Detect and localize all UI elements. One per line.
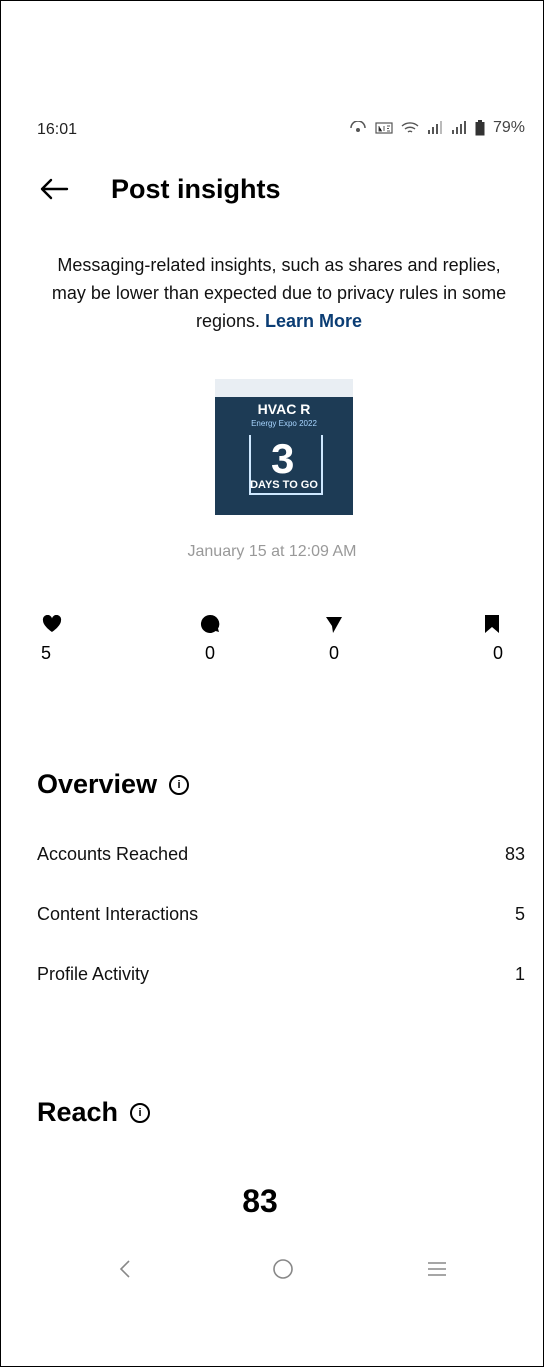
learn-more-link[interactable]: Learn More	[265, 311, 362, 331]
overview-row[interactable]: Accounts Reached 83	[37, 844, 525, 865]
phone-screen: 16:01 79% Post insights Messaging-relate…	[0, 0, 544, 1367]
info-icon[interactable]: i	[169, 774, 190, 795]
content-interactions-label: Content Interactions	[37, 904, 199, 924]
battery-icon	[475, 120, 485, 136]
menu-lines-icon	[428, 1262, 446, 1276]
accounts-reached-value: 83	[504, 844, 525, 864]
chevron-left-icon	[119, 1260, 130, 1278]
volte-lte-icon	[375, 122, 393, 134]
comment-icon	[200, 614, 220, 633]
overview-heading: Overview i	[37, 769, 190, 800]
info-icon[interactable]: i	[130, 1102, 151, 1123]
arrow-left-icon	[40, 178, 69, 200]
back-button[interactable]	[37, 172, 71, 206]
saves-stat: 0	[413, 613, 503, 664]
header: Post insights	[37, 169, 523, 209]
comments-count: 0	[204, 643, 215, 663]
nav-home-button[interactable]	[263, 1249, 303, 1289]
privacy-notice: Messaging-related insights, such as shar…	[49, 251, 509, 335]
overview-title: Overview	[37, 769, 158, 799]
content-interactions-value: 5	[514, 904, 525, 924]
reach-value: 83	[242, 1183, 278, 1219]
thumbnail-number: 3	[271, 435, 295, 482]
status-bar: 16:01 79%	[37, 117, 525, 141]
comments-stat: 0	[165, 613, 255, 664]
engagement-stats: 5 0 0 0	[41, 613, 503, 664]
reach-heading: Reach i	[37, 1097, 151, 1128]
profile-activity-label: Profile Activity	[37, 964, 150, 984]
nav-back-button[interactable]	[105, 1249, 145, 1289]
saves-count: 0	[492, 643, 503, 663]
accounts-reached-label: Accounts Reached	[37, 844, 189, 864]
thumbnail-logo-band	[215, 379, 353, 397]
bookmark-icon	[485, 615, 499, 633]
thumbnail-caption: DAYS TO GO	[250, 479, 318, 491]
profile-activity-value: 1	[514, 964, 525, 984]
overview-row[interactable]: Content Interactions 5	[37, 904, 525, 925]
heart-icon	[42, 615, 62, 632]
shares-stat: 0	[289, 613, 379, 664]
post-date: January 15 at 12:09 AM	[187, 543, 357, 560]
thumbnail-subtitle: Energy Expo 2022	[251, 419, 317, 428]
signal-icon	[427, 121, 442, 134]
share-icon	[326, 617, 342, 633]
nav-recents-button[interactable]	[417, 1249, 457, 1289]
wifi-icon	[401, 122, 419, 133]
post-thumbnail[interactable]: HVAC R Energy Expo 2022 3 DAYS TO GO	[215, 379, 353, 515]
page-title: Post insights	[111, 173, 281, 204]
status-icons: 79%	[349, 119, 525, 137]
likes-stat: 5	[41, 613, 131, 664]
overview-row[interactable]: Profile Activity 1	[37, 964, 525, 985]
likes-count: 5	[41, 643, 52, 663]
thumbnail-title: HVAC R	[257, 401, 311, 417]
hotspot-icon	[350, 121, 366, 132]
signal-icon	[451, 121, 466, 134]
system-nav-bar	[1, 1249, 543, 1289]
reach-title: Reach	[37, 1097, 119, 1127]
circle-home-icon	[273, 1259, 293, 1279]
status-time: 16:01	[37, 121, 78, 138]
battery-percent: 79%	[492, 119, 525, 136]
shares-count: 0	[328, 643, 339, 663]
